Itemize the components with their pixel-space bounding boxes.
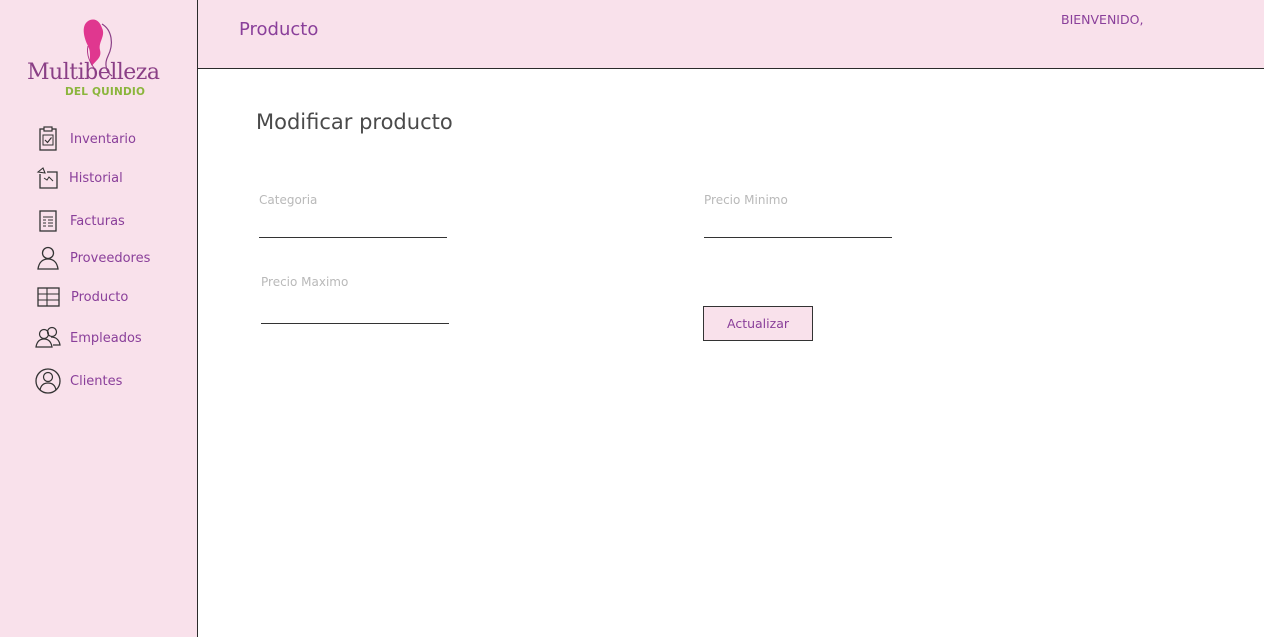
sidebar-item-label: Empleados: [70, 330, 142, 346]
invoice-icon: [34, 207, 62, 235]
sidebar-item-label: Producto: [71, 289, 129, 305]
categoria-label: Categoria: [259, 193, 318, 207]
precio-maximo-input[interactable]: [261, 301, 449, 324]
page-title: Producto: [239, 19, 319, 40]
brand-name: Multibelleza: [27, 60, 160, 85]
top-header: Producto BIENVENIDO,: [198, 0, 1264, 69]
categoria-input[interactable]: [259, 215, 447, 238]
sidebar: Multibelleza DEL QUINDIO Inventario Hist…: [0, 0, 198, 637]
sidebar-item-clientes[interactable]: Clientes: [34, 367, 122, 395]
clipboard-check-icon: [34, 125, 62, 153]
sidebar-item-proveedores[interactable]: Proveedores: [34, 244, 150, 272]
precio-maximo-field: Precio Maximo: [261, 275, 449, 324]
history-icon: [34, 164, 62, 192]
brand-logo[interactable]: Multibelleza DEL QUINDIO: [22, 14, 174, 102]
sidebar-item-label: Facturas: [70, 213, 125, 229]
sidebar-item-label: Clientes: [70, 373, 123, 389]
form-title: Modificar producto: [256, 110, 453, 134]
update-button[interactable]: Actualizar: [703, 306, 813, 341]
sidebar-item-inventario[interactable]: Inventario: [34, 125, 136, 153]
precio-maximo-label: Precio Maximo: [261, 275, 349, 289]
user-circle-icon: [34, 367, 62, 395]
sidebar-item-producto[interactable]: Producto: [34, 283, 128, 311]
sidebar-item-label: Inventario: [70, 131, 136, 147]
precio-minimo-label: Precio Minimo: [704, 193, 788, 207]
sidebar-item-label: Proveedores: [70, 250, 151, 266]
person-icon: [34, 244, 62, 272]
brand-subtitle: DEL QUINDIO: [65, 86, 146, 98]
app-root: Multibelleza DEL QUINDIO Inventario Hist…: [0, 0, 1264, 637]
precio-minimo-input[interactable]: [704, 215, 892, 238]
precio-minimo-field: Precio Minimo: [704, 193, 892, 238]
table-icon: [34, 283, 62, 311]
sidebar-item-empleados[interactable]: Empleados: [34, 324, 142, 352]
sidebar-item-facturas[interactable]: Facturas: [34, 207, 125, 235]
welcome-text: BIENVENIDO,: [1061, 12, 1144, 27]
sidebar-item-label: Historial: [69, 170, 123, 186]
group-icon: [34, 324, 62, 352]
categoria-field: Categoria: [259, 193, 447, 238]
sidebar-item-historial[interactable]: Historial: [34, 164, 123, 192]
